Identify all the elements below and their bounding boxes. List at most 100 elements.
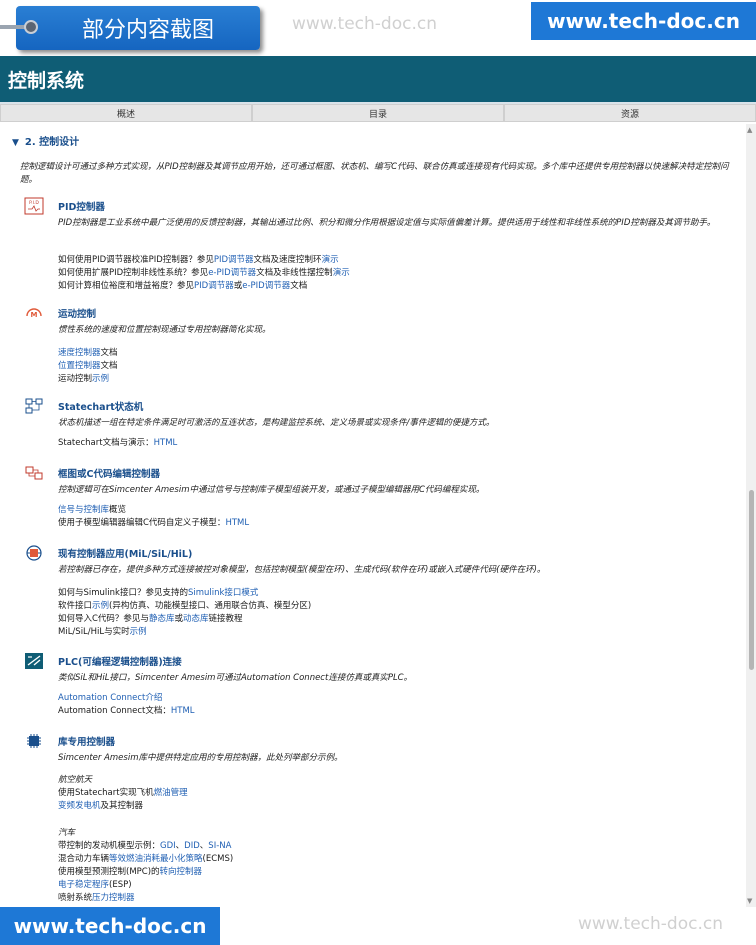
block-diagram-links: 信号与控制库概览 使用子模型编辑器编辑C代码自定义子模型：HTML xyxy=(58,504,249,530)
aerospace-group: 航空航天 使用Statechart实现飞机燃油管理 变频发电机及其控制器 xyxy=(58,774,188,813)
text: 如何使用扩展PID控制非线性系统？参见 xyxy=(58,268,209,278)
existing-line-1: 如何与Simulink接口？参见支持的Simulink接口模式 xyxy=(58,587,311,600)
statechart-icon xyxy=(25,398,43,414)
esp-link[interactable]: 电子稳定程序 xyxy=(58,880,109,890)
text: 带控制的发动机模型示例： xyxy=(58,841,161,851)
pressure-controller-link[interactable]: 压力控制器 xyxy=(92,893,135,903)
submodel-editor-html-link[interactable]: HTML xyxy=(225,518,249,528)
text: MiL/SiL/HiL与实时 xyxy=(58,627,130,637)
vertical-scrollbar[interactable]: ▲ ▼ xyxy=(746,124,756,907)
fuel-management-link[interactable]: 燃油管理 xyxy=(154,788,188,798)
text: Automation Connect文档： xyxy=(58,706,171,716)
aerospace-heading: 航空航天 xyxy=(58,775,93,785)
partial-content-badge: 部分内容截图 xyxy=(0,6,260,50)
text: 软件接口 xyxy=(58,601,93,611)
static-library-link[interactable]: 静态库 xyxy=(149,614,175,624)
si-na-link[interactable]: SI-NA xyxy=(208,841,231,851)
text: 如何使用PID调节器校准PID控制器？参见 xyxy=(58,255,214,265)
library-desc: Simcenter Amesim库中提供特定应用的专用控制器，此处列举部分示例。 xyxy=(58,753,343,763)
tab-contents[interactable]: 目录 xyxy=(252,104,504,122)
text: 文档 xyxy=(100,348,118,358)
position-controller-link[interactable]: 位置控制器 xyxy=(58,361,101,371)
block-diagram-title[interactable]: 框图或C代码编辑控制器 xyxy=(58,466,160,480)
tab-overview[interactable]: 概述 xyxy=(0,104,252,122)
pid-tuner-link-2[interactable]: PID调节器 xyxy=(194,281,234,291)
ecms-link[interactable]: 等效燃油消耗最小化策略 xyxy=(109,854,203,864)
automation-connect-html-link[interactable]: HTML xyxy=(171,706,195,716)
svg-text:M: M xyxy=(31,311,38,319)
plc-block: PLC(可编程逻辑控制器)连接 类似SiL和HiL接口，Simcenter Am… xyxy=(24,652,739,722)
pid-line-1: 如何使用PID调节器校准PID控制器？参见PID调节器文档及速度控制环演示 xyxy=(58,254,350,267)
vf-generator-link[interactable]: 变频发电机 xyxy=(58,801,101,811)
auto-line-3: 使用模型预测控制(MPC)的转向控制器 xyxy=(58,866,233,879)
realtime-example-link[interactable]: 示例 xyxy=(130,627,147,637)
pid-tuner-link[interactable]: PID调节器 xyxy=(214,255,254,265)
automation-connect-intro-link[interactable]: Automation Connect介绍 xyxy=(58,693,162,703)
existing-line-3: 如何导入C代码？参见与静态库或动态库链接教程 xyxy=(58,613,311,626)
existing-controller-block: 现有控制器应用(MiL/SiL/HiL) 若控制器已存在，提供多种方式连接被控对… xyxy=(24,544,739,644)
scroll-thumb[interactable] xyxy=(749,490,754,670)
existing-controller-title[interactable]: 现有控制器应用(MiL/SiL/HiL) xyxy=(58,546,192,560)
library-title[interactable]: 库专用控制器 xyxy=(58,734,115,748)
existing-line-2: 软件接口示例(异构仿真、功能模型接口、通用联合仿真、模型分区) xyxy=(58,600,311,613)
watermark-top: www.tech-doc.cn xyxy=(292,14,437,34)
signal-control-library-link[interactable]: 信号与控制库 xyxy=(58,505,109,515)
block-diagram-block: 框图或C代码编辑控制器 控制逻辑可在Simcenter Amesim中通过信号与… xyxy=(24,464,739,534)
watermark-bottom: www.tech-doc.cn xyxy=(578,914,723,934)
motion-title[interactable]: 运动控制 xyxy=(58,306,96,320)
pin-icon xyxy=(0,20,42,34)
auto-line-1: 带控制的发动机模型示例：GDI、DID、SI-NA xyxy=(58,840,233,853)
motion-desc: 惯性系统的速度和位置控制现通过专用控制器简化实现。 xyxy=(58,325,271,335)
motion-links: 速度控制器文档 位置控制器文档 运动控制示例 xyxy=(58,347,118,386)
text: 链接教程 xyxy=(208,614,243,624)
text: 使用模型预测控制(MPC)的 xyxy=(58,867,160,877)
motion-example-link[interactable]: 示例 xyxy=(92,374,109,384)
tab-bar: 概述 目录 资源 xyxy=(0,104,756,122)
app-window: 控制系统 概述 目录 资源 ▼ 2. 控制设计 控制逻辑设计可通过多种方式实现，从… xyxy=(0,56,756,907)
simulink-interface-link[interactable]: Simulink接口模式 xyxy=(188,588,258,598)
chip-icon xyxy=(27,734,41,748)
pid-desc: PID控制器是工业系统中最广泛使用的反馈控制器，其输出通过比例、积分和微分作用根… xyxy=(58,218,716,228)
statechart-title[interactable]: Statechart状态机 xyxy=(58,399,143,413)
auto-line-5: 喷射系统压力控制器 xyxy=(58,892,233,905)
motion-line-1: 速度控制器文档 xyxy=(58,347,118,360)
text: (ESP) xyxy=(109,880,132,890)
tab-resources[interactable]: 资源 xyxy=(504,104,756,122)
automotive-group: 汽车 带控制的发动机模型示例：GDI、DID、SI-NA 混合动力车辆等效燃油消… xyxy=(58,827,233,905)
auto-line-4: 电子稳定程序(ESP) xyxy=(58,879,233,892)
plc-title[interactable]: PLC(可编程逻辑控制器)连接 xyxy=(58,654,182,668)
text: (异构仿真、功能模型接口、通用联合仿真、模型分区) xyxy=(109,601,312,611)
text: 使用子模型编辑器编辑C代码自定义子模型： xyxy=(58,518,226,528)
statechart-html-link[interactable]: HTML xyxy=(154,438,178,448)
gdi-link[interactable]: GDI xyxy=(160,841,176,851)
steering-controller-link[interactable]: 转向控制器 xyxy=(160,867,203,877)
text: 文档 xyxy=(100,361,118,371)
text: 及其控制器 xyxy=(100,801,144,811)
text: 混合动力车辆 xyxy=(58,854,110,864)
section-intro: 控制逻辑设计可通过多种方式实现，从PID控制器及其调节应用开始，还可通过框图、状… xyxy=(20,162,729,185)
text: 如何与Simulink接口？参见支持的 xyxy=(58,588,188,598)
library-block: 库专用控制器 Simcenter Amesim库中提供特定应用的专用控制器，此处… xyxy=(24,732,739,907)
epid-tuner-link[interactable]: e-PID调节器 xyxy=(208,268,256,278)
software-interface-example-link[interactable]: 示例 xyxy=(92,601,109,611)
dynamic-library-link[interactable]: 动态库 xyxy=(183,614,209,624)
speed-loop-demo-link[interactable]: 演示 xyxy=(322,255,339,265)
pid-title[interactable]: PID控制器 xyxy=(58,199,105,213)
brand-label-top: www.tech-doc.cn xyxy=(531,2,756,40)
block-diagram-icon xyxy=(25,466,43,480)
speed-controller-link[interactable]: 速度控制器 xyxy=(58,348,101,358)
plc-desc: 类似SiL和HiL接口，Simcenter Amesim可通过Automatio… xyxy=(58,673,413,683)
text: 使用Statechart实现飞机 xyxy=(58,788,154,798)
did-link[interactable]: DID xyxy=(184,841,200,851)
scroll-up-arrow-icon[interactable]: ▲ xyxy=(747,126,752,134)
content-area: ▼ 2. 控制设计 控制逻辑设计可通过多种方式实现，从PID控制器及其调节应用开始… xyxy=(0,124,746,907)
motion-line-3: 运动控制示例 xyxy=(58,373,118,386)
text: Statechart文档与演示： xyxy=(58,438,154,448)
pendulum-demo-link[interactable]: 演示 xyxy=(333,268,350,278)
auto-line-2: 混合动力车辆等效燃油消耗最小化策略(ECMS) xyxy=(58,853,233,866)
scroll-down-arrow-icon[interactable]: ▼ xyxy=(747,897,752,905)
collapse-triangle-icon[interactable]: ▼ xyxy=(12,138,19,148)
plc-line-2: Automation Connect文档：HTML xyxy=(58,705,195,718)
section-heading[interactable]: ▼ 2. 控制设计 xyxy=(12,133,79,148)
epid-tuner-link-2[interactable]: e-PID调节器 xyxy=(242,281,290,291)
